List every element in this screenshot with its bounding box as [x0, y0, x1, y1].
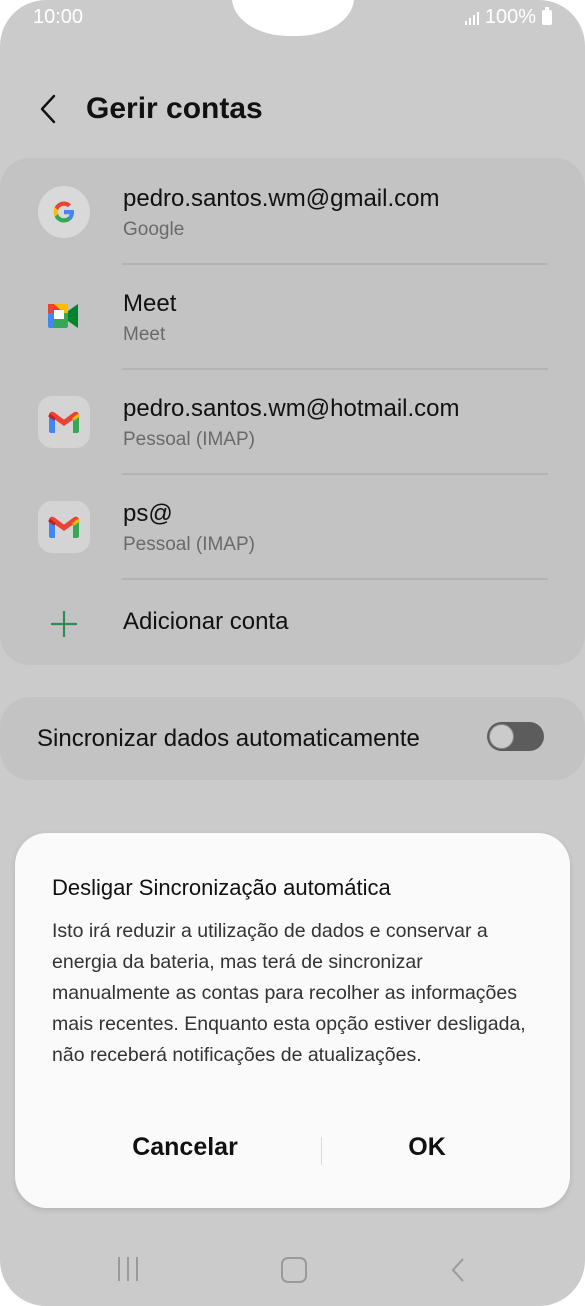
account-row-ps[interactable]: ps@ Pessoal (IMAP): [0, 473, 585, 578]
status-time: 10:00: [33, 6, 84, 28]
add-account-button[interactable]: Adicionar conta: [0, 580, 585, 665]
meet-icon: [38, 290, 90, 342]
account-row-google[interactable]: pedro.santos.wm@gmail.com Google: [0, 158, 585, 263]
phone-screen: 10:00 100% Gerir contas pedro.santos.wm@…: [0, 0, 585, 1306]
account-type: Pessoal (IMAP): [123, 429, 255, 450]
page-title: Gerir contas: [86, 92, 263, 125]
gmail-icon: [38, 501, 90, 553]
plus-icon: [51, 611, 77, 637]
recent-apps-icon[interactable]: [118, 1257, 138, 1281]
navigation-bar: [0, 1240, 585, 1300]
account-type: Google: [123, 219, 185, 240]
account-email: pedro.santos.wm@gmail.com: [123, 185, 440, 212]
account-row-hotmail[interactable]: pedro.santos.wm@hotmail.com Pessoal (IMA…: [0, 368, 585, 473]
accounts-list: pedro.santos.wm@gmail.com Google Meet Me…: [0, 158, 585, 665]
account-type: Pessoal (IMAP): [123, 534, 255, 555]
button-divider: [321, 1137, 322, 1165]
back-arrow-icon[interactable]: [36, 92, 62, 126]
google-icon: [38, 186, 90, 238]
dialog-message: Isto irá reduzir a utilização de dados e…: [52, 920, 526, 1066]
disable-sync-dialog: Desligar Sincronização automática Isto i…: [15, 833, 570, 1208]
app-header: Gerir contas: [0, 80, 585, 140]
dialog-title: Desligar Sincronização automática: [52, 875, 391, 900]
account-email: pedro.santos.wm@hotmail.com: [123, 395, 460, 422]
account-email: ps@: [123, 500, 173, 527]
toggle-knob: [489, 724, 514, 749]
auto-sync-row[interactable]: Sincronizar dados automaticamente: [0, 697, 585, 780]
add-account-label: Adicionar conta: [123, 608, 289, 635]
home-icon[interactable]: [281, 1257, 307, 1283]
battery-percent: 100%: [484, 6, 536, 28]
cancel-button[interactable]: Cancelar: [85, 1133, 285, 1162]
account-row-meet[interactable]: Meet Meet: [0, 263, 585, 368]
nav-back-icon[interactable]: [450, 1256, 466, 1284]
ok-button[interactable]: OK: [327, 1133, 527, 1162]
auto-sync-toggle[interactable]: [487, 722, 544, 751]
battery-icon: [542, 7, 552, 25]
account-type: Meet: [123, 324, 166, 345]
auto-sync-label: Sincronizar dados automaticamente: [37, 725, 420, 752]
gmail-icon: [38, 396, 90, 448]
camera-notch: [232, 0, 354, 36]
signal-icon: [464, 11, 479, 25]
account-email: Meet: [123, 290, 177, 317]
status-right: 100%: [464, 6, 552, 29]
